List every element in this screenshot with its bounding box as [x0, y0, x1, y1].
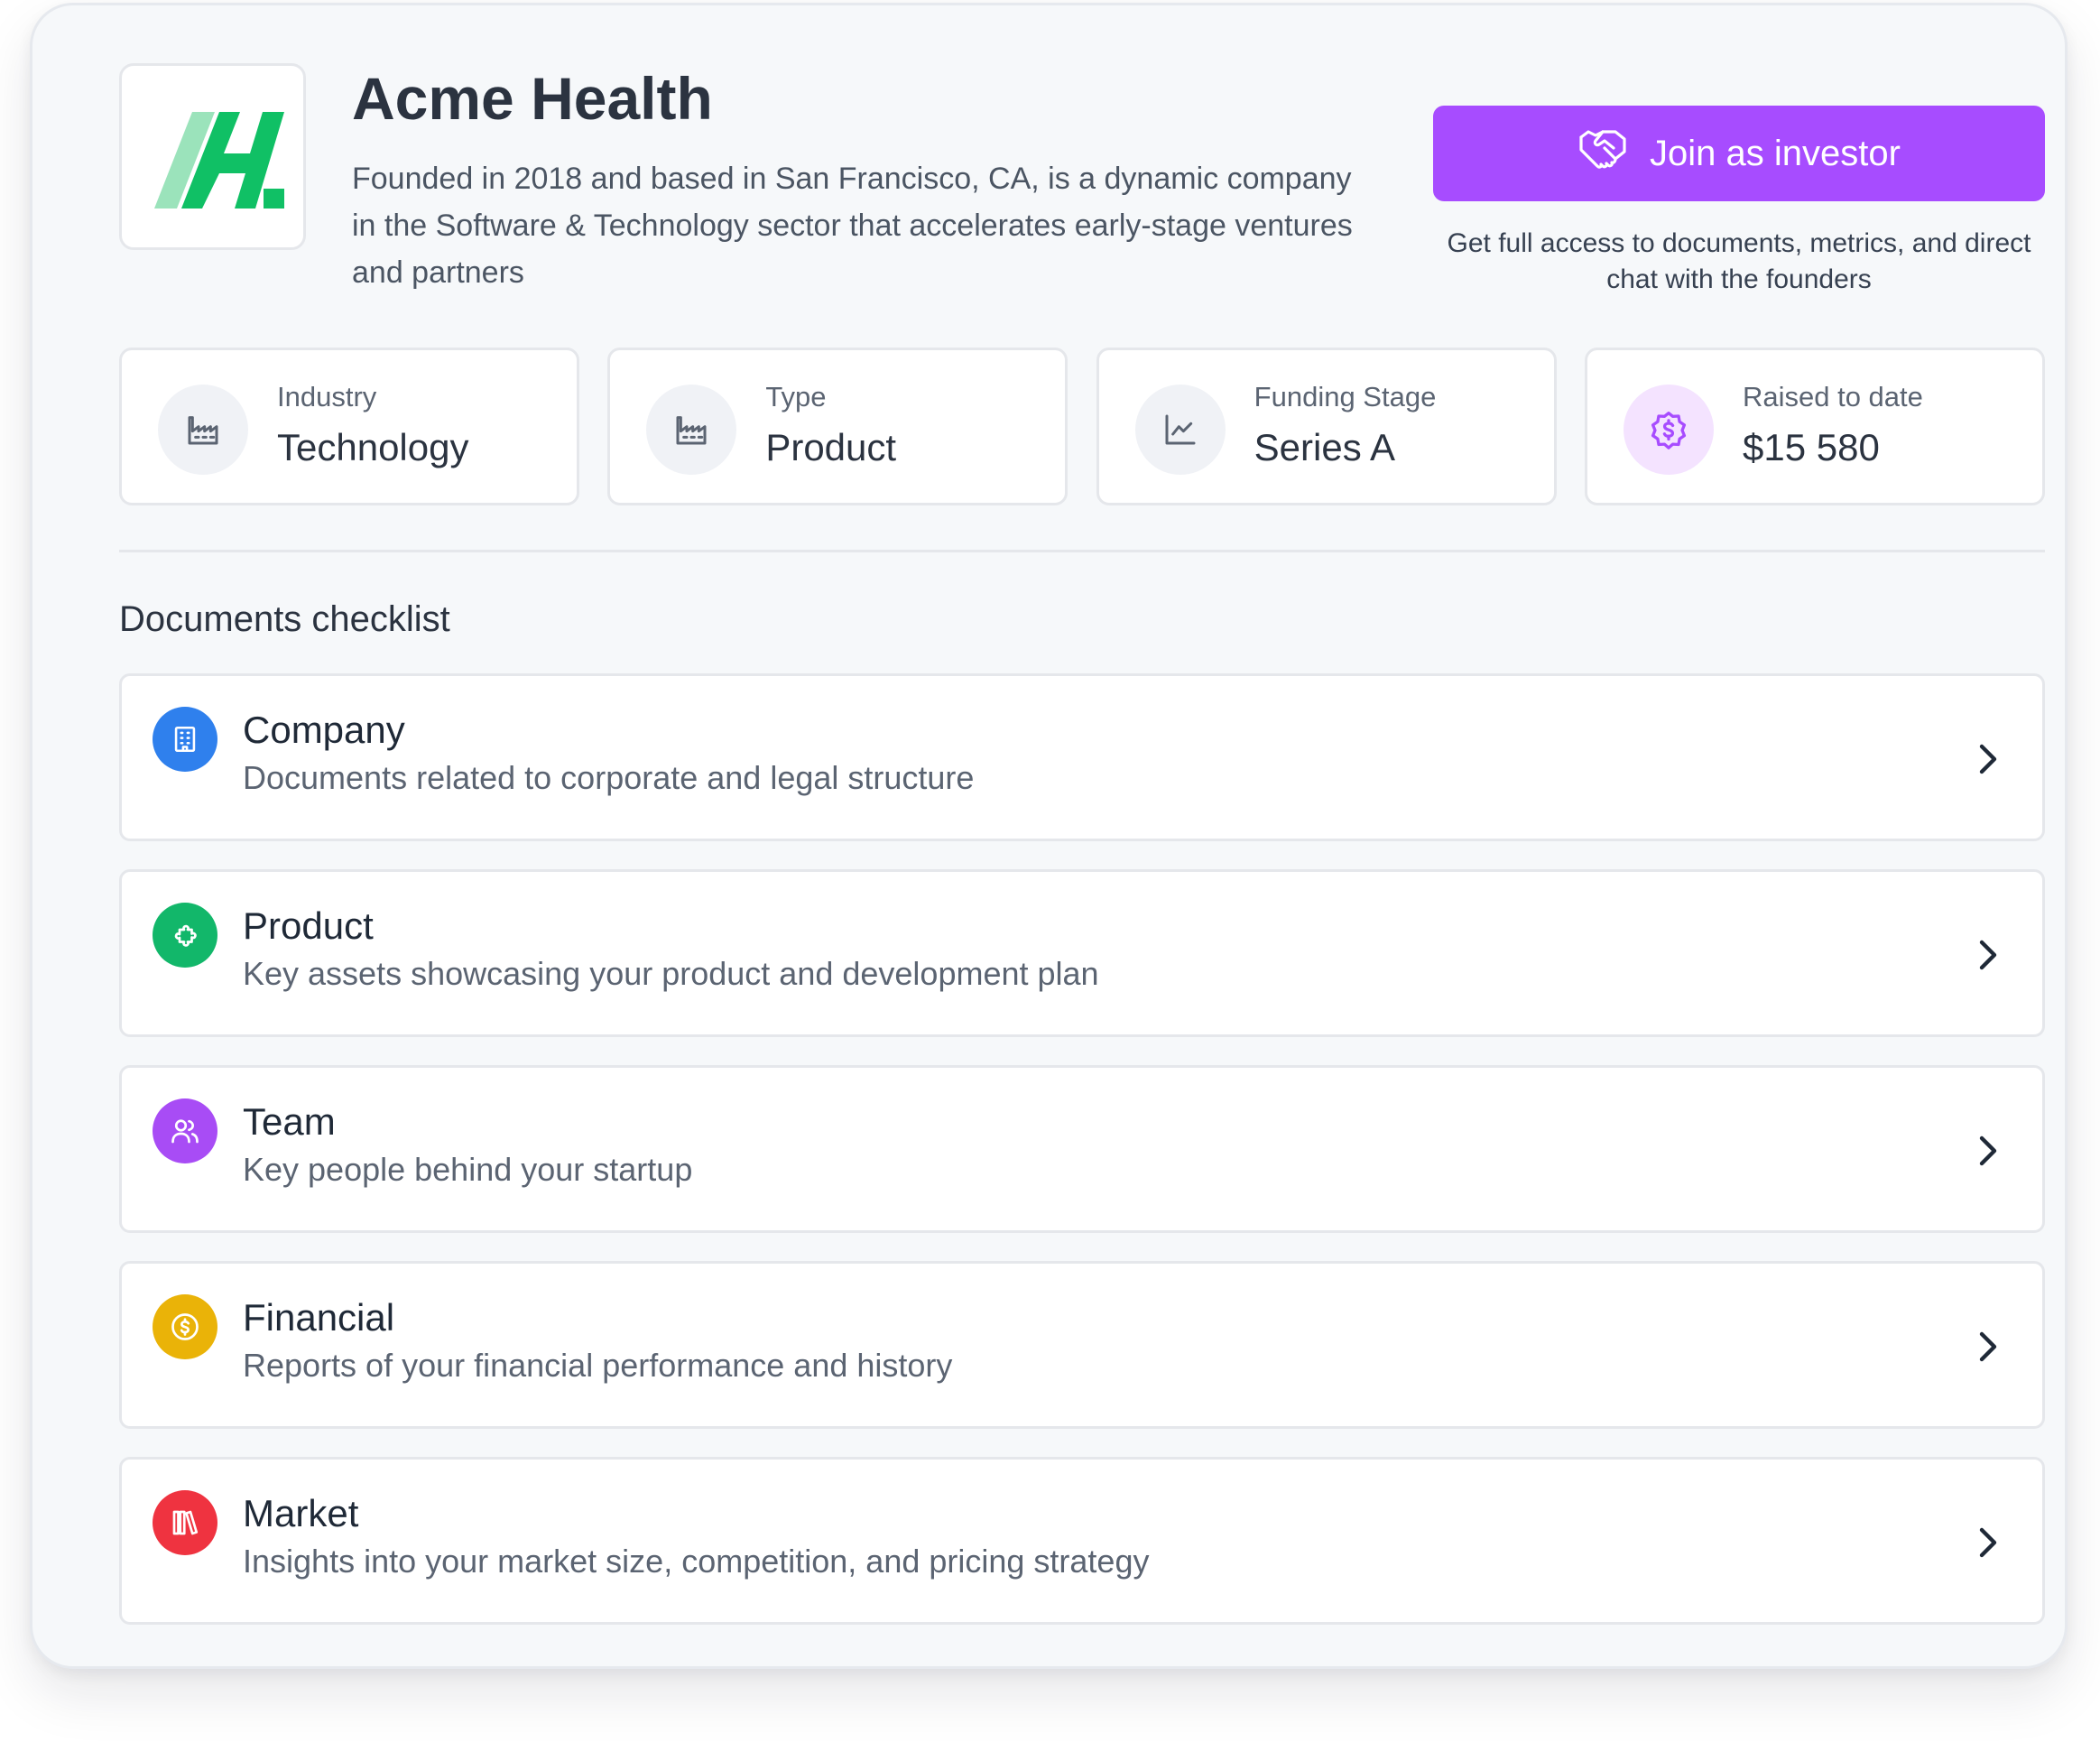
- stat-value: $15 580: [1742, 426, 1880, 468]
- document-subtitle: Insights into your market size, competit…: [243, 1543, 1150, 1580]
- coin-icon: [153, 1294, 217, 1359]
- stat-type: Type Product: [607, 348, 1069, 505]
- stat-funding-stage: Funding Stage Series A: [1096, 348, 1557, 505]
- dollar-badge-icon: [1623, 385, 1714, 475]
- document-title: Financial: [243, 1296, 395, 1339]
- join-button-label: Join as investor: [1650, 133, 1901, 173]
- divider: [119, 550, 2045, 552]
- company-logo: [119, 63, 306, 250]
- stat-value: Technology: [277, 426, 469, 468]
- users-icon: [153, 1098, 217, 1163]
- document-title: Team: [243, 1100, 336, 1143]
- chevron-right-icon: [1970, 1129, 2006, 1172]
- company-profile-card: Acme Health Founded in 2018 and based in…: [30, 3, 2068, 1669]
- document-item-product[interactable]: Product Key assets showcasing your produ…: [119, 869, 2045, 1037]
- acme-health-logo-icon: [153, 111, 284, 209]
- document-title: Market: [243, 1492, 359, 1534]
- stat-label: Type: [765, 381, 827, 412]
- factory-icon: [646, 385, 737, 475]
- factory-icon: [158, 385, 248, 475]
- documents-list: Company Documents related to corporate a…: [119, 673, 2045, 1653]
- stat-value: Product: [765, 426, 897, 468]
- document-subtitle: Key assets showcasing your product and d…: [243, 955, 1099, 992]
- stat-label: Raised to date: [1742, 381, 1923, 412]
- document-subtitle: Documents related to corporate and legal…: [243, 759, 975, 796]
- document-subtitle: Key people behind your startup: [243, 1151, 693, 1188]
- company-description: Founded in 2018 and based in San Francis…: [352, 162, 1353, 290]
- document-title: Company: [243, 709, 405, 751]
- chevron-right-icon: [1970, 1325, 2006, 1368]
- join-as-investor-button[interactable]: Join as investor: [1433, 106, 2045, 201]
- building-icon: [153, 707, 217, 772]
- company-name: Acme Health: [352, 65, 713, 132]
- puzzle-icon: [153, 903, 217, 968]
- stats-row: Industry Technology Type Product Funding…: [119, 348, 2045, 505]
- line-chart-icon: [1134, 385, 1226, 475]
- document-item-team[interactable]: Team Key people behind your startup: [119, 1065, 2045, 1233]
- stat-industry: Industry Technology: [119, 348, 579, 505]
- chevron-right-icon: [1970, 933, 2006, 977]
- library-icon: [153, 1490, 217, 1555]
- chevron-right-icon: [1970, 737, 2006, 781]
- document-item-company[interactable]: Company Documents related to corporate a…: [119, 673, 2045, 841]
- document-subtitle: Reports of your financial performance an…: [243, 1347, 953, 1384]
- stat-label: Industry: [277, 381, 377, 412]
- stat-label: Funding Stage: [1254, 381, 1437, 412]
- stat-value: Series A: [1254, 426, 1396, 468]
- document-item-market[interactable]: Market Insights into your market size, c…: [119, 1457, 2045, 1625]
- join-note: Get full access to documents, metrics, a…: [1447, 228, 2031, 294]
- stat-raised-to-date: Raised to date $15 580: [1584, 348, 2045, 505]
- document-item-financial[interactable]: Financial Reports of your financial perf…: [119, 1261, 2045, 1429]
- documents-checklist-title: Documents checklist: [119, 599, 450, 639]
- handshake-icon: [1577, 126, 1628, 181]
- document-title: Product: [243, 904, 374, 947]
- chevron-right-icon: [1970, 1521, 2006, 1564]
